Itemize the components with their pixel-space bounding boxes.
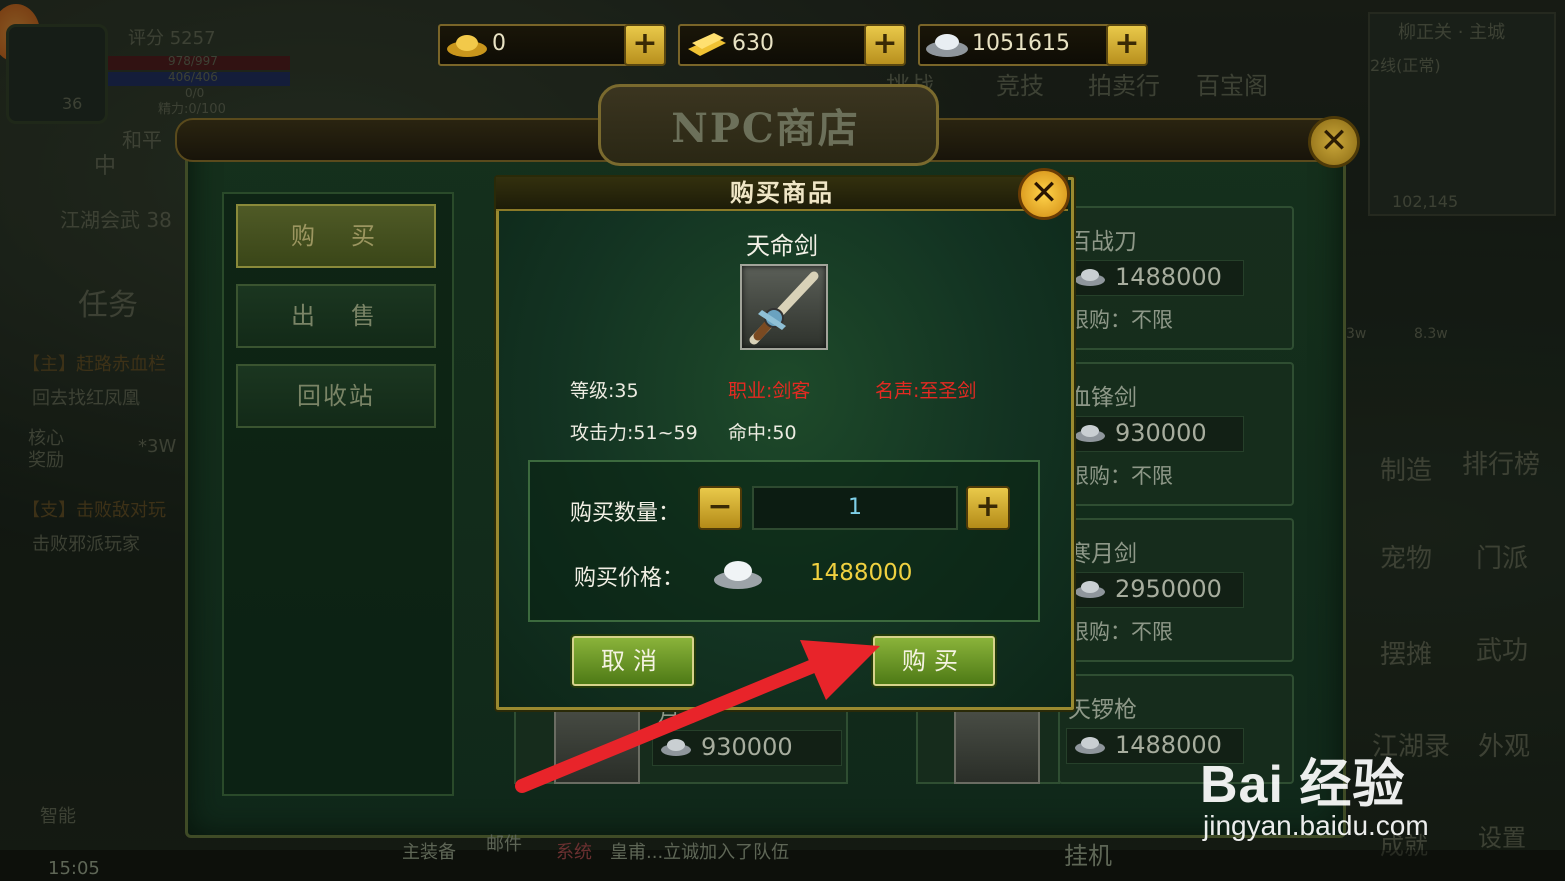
quantity-section xyxy=(528,460,1040,622)
tab-sell[interactable]: 出 售 xyxy=(236,284,436,348)
item-name: 寒月剑 xyxy=(1068,541,1137,567)
item-price: 2950000 xyxy=(1115,575,1222,603)
tab-recycle[interactable]: 回收站 xyxy=(236,364,436,428)
gold-bar-icon xyxy=(688,33,726,56)
silver-ingot-icon xyxy=(926,34,968,57)
baidu-watermark-url: jingyan.baidu.com xyxy=(1203,810,1429,841)
quantity-label: 购买数量： xyxy=(570,501,681,526)
item-attack: 攻击力:51~59 xyxy=(570,422,698,444)
silver-ingot-icon xyxy=(661,739,691,756)
item-limit: 限购：不限 xyxy=(1068,308,1173,332)
item-price: 930000 xyxy=(1115,419,1207,447)
item-name: 血锋剑 xyxy=(1068,385,1137,411)
item-name: 百战刀 xyxy=(1068,229,1137,255)
item-price: 930000 xyxy=(701,733,793,761)
item-thumb xyxy=(554,700,640,784)
silver-ingot-icon xyxy=(1075,737,1105,754)
item-price-bar: 1488000 xyxy=(1066,260,1244,296)
shop-title: NPC商店 xyxy=(671,105,860,152)
item-price-bar: 930000 xyxy=(652,730,842,766)
item-price-bar: 930000 xyxy=(1066,416,1244,452)
price-value: 1488000 xyxy=(810,560,913,586)
mail-button[interactable]: 邮件 xyxy=(486,830,522,856)
item-limit: 限购：不限 xyxy=(1068,464,1173,488)
gold-ingot-icon xyxy=(447,35,487,57)
item-job: 职业:剑客 xyxy=(728,380,811,402)
item-title: 天命剑 xyxy=(746,232,818,260)
sword-icon xyxy=(740,264,828,350)
shop-item-3[interactable]: 寒月剑 2950000 限购：不限 xyxy=(1058,518,1294,662)
shop-tab-column xyxy=(222,192,454,796)
quantity-decrease-button[interactable]: − xyxy=(698,486,742,530)
item-fame: 名声:至圣剑 xyxy=(875,380,977,402)
item-hit: 命中:50 xyxy=(728,422,797,444)
baidu-watermark: Bai 经验 xyxy=(1200,756,1406,814)
quantity-increase-button[interactable]: + xyxy=(966,486,1010,530)
buy-button[interactable]: 购买 xyxy=(873,636,995,686)
equip-button[interactable]: 主装备 xyxy=(402,838,456,864)
clock: 15:05 xyxy=(48,858,100,879)
add-gold-ingot-button[interactable]: + xyxy=(624,24,666,66)
item-limit: 限购：不限 xyxy=(1068,620,1173,644)
shop-close-button[interactable]: ✕ xyxy=(1308,116,1360,168)
shop-item-2[interactable]: 血锋剑 930000 限购：不限 xyxy=(1058,362,1294,506)
tab-buy[interactable]: 购 买 xyxy=(236,204,436,268)
gold-ingot-value: 0 xyxy=(492,31,506,56)
add-gold-bar-button[interactable]: + xyxy=(864,24,906,66)
cancel-button[interactable]: 取消 xyxy=(572,636,694,686)
quantity-input[interactable]: 1 xyxy=(752,486,958,530)
item-price: 1488000 xyxy=(1115,263,1222,291)
item-name: 天锣枪 xyxy=(1068,697,1137,723)
idle-button[interactable]: 挂机 xyxy=(1064,836,1112,871)
item-level: 等级:35 xyxy=(570,380,639,402)
silver-ingot-icon xyxy=(1075,581,1105,598)
purchase-dialog-title: 购买商品 xyxy=(730,178,834,207)
chat-message: 皇甫...立诚加入了队伍 xyxy=(610,842,790,863)
price-label: 购买价格： xyxy=(574,566,685,591)
purchase-close-button[interactable]: ✕ xyxy=(1018,168,1070,220)
item-price-bar: 2950000 xyxy=(1066,572,1244,608)
item-thumb xyxy=(954,706,1040,784)
system-badge: 系统 xyxy=(556,842,592,863)
add-silver-button[interactable]: + xyxy=(1106,24,1148,66)
silver-ingot-icon xyxy=(1075,269,1105,286)
shop-item-1[interactable]: 百战刀 1488000 限购：不限 xyxy=(1058,206,1294,350)
silver-ingot-icon xyxy=(714,561,762,589)
silver-value: 1051615 xyxy=(972,31,1070,56)
silver-ingot-icon xyxy=(1075,425,1105,442)
gold-bar-value: 630 xyxy=(732,31,774,56)
